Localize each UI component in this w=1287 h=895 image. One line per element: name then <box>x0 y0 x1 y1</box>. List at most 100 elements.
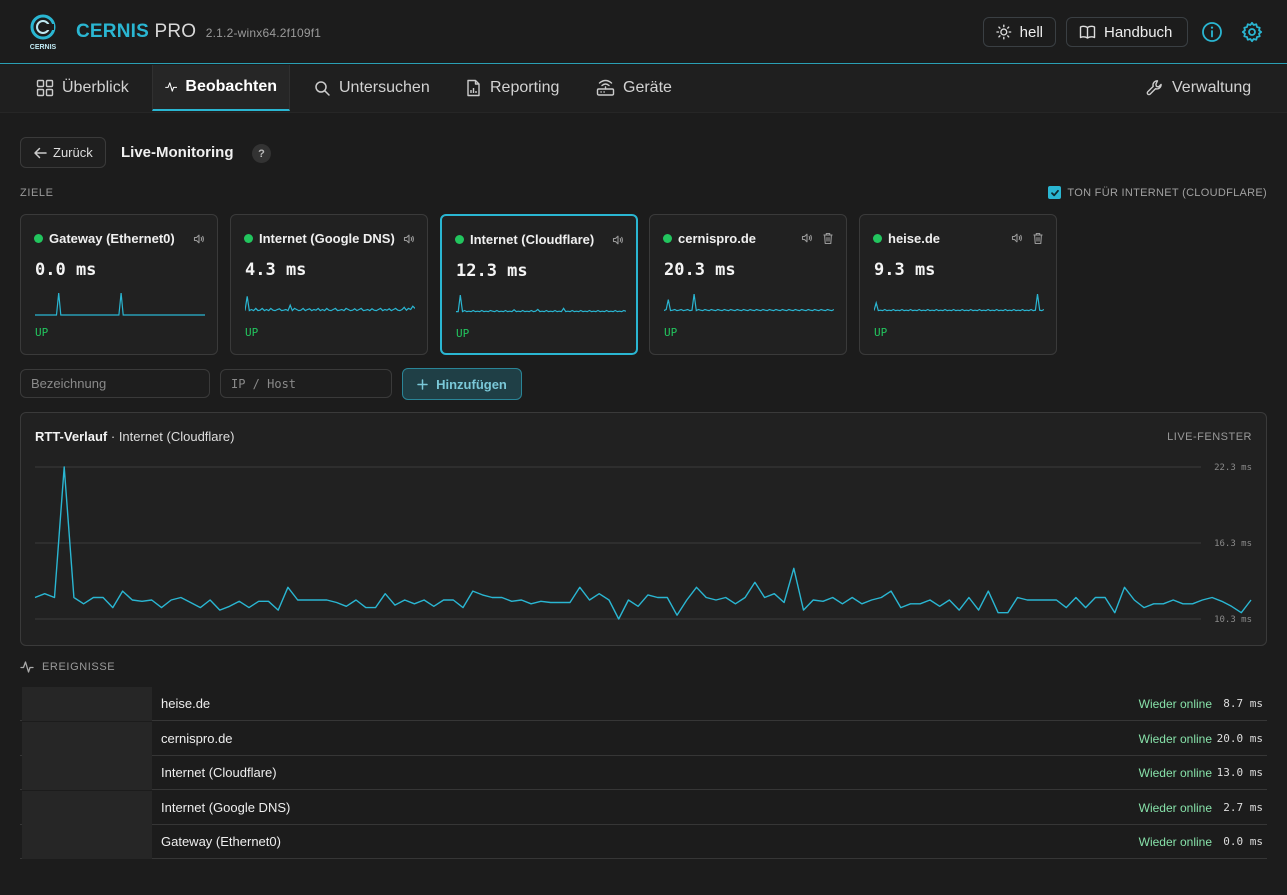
event-rtt: 8.7 ms <box>1223 697 1263 710</box>
target-sparkline <box>245 296 415 312</box>
target-card-header: cernispro.de <box>663 231 834 246</box>
speaker-icon[interactable] <box>403 233 415 245</box>
logo-text: CERNIS <box>30 44 57 51</box>
event-row: Gateway (Ethernet0) Wieder online 0.0 ms <box>20 825 1267 859</box>
add-target-button[interactable]: Hinzufügen <box>402 368 522 400</box>
status-dot <box>244 234 253 243</box>
gear-icon[interactable] <box>1240 20 1264 44</box>
target-card[interactable]: heise.de 9.3 ms UP <box>859 214 1057 355</box>
nav-item-label: Untersuchen <box>339 79 430 96</box>
speaker-icon[interactable] <box>612 234 624 246</box>
events-label: EREIGNISSE <box>42 661 116 673</box>
app-brand: CERNIS PRO 2.1.2-winx64.2f109f1 <box>76 21 321 43</box>
help-button[interactable]: ? <box>252 144 271 163</box>
main-nav: Überblick Beobachten Untersuchen Reporti… <box>0 65 1287 113</box>
event-status: Wieder online <box>1138 731 1212 746</box>
target-status: UP <box>664 326 678 339</box>
app-version: 2.1.2-winx64.2f109f1 <box>205 26 322 40</box>
target-name: heise.de <box>888 231 941 246</box>
manual-button[interactable]: Handbuch <box>1066 17 1188 47</box>
target-rtt-value: 12.3 ms <box>456 261 528 281</box>
speaker-icon[interactable] <box>801 232 813 244</box>
nav-item-investigate[interactable]: Untersuchen <box>302 65 442 111</box>
event-rtt: 0.0 ms <box>1223 835 1263 848</box>
sparkline-path <box>874 294 1044 312</box>
target-actions <box>1011 232 1044 245</box>
y-tick-label: 22.3 ms <box>1214 463 1252 473</box>
activity-icon <box>165 82 178 92</box>
target-name: cernispro.de <box>678 231 757 246</box>
target-card-header: Internet (Cloudflare) <box>455 232 624 247</box>
target-rtt-value: 4.3 ms <box>245 260 307 280</box>
sparkline-path <box>35 292 205 316</box>
nav-item-label: Überblick <box>62 79 129 96</box>
info-icon[interactable] <box>1200 20 1224 44</box>
event-status: Wieder online <box>1138 835 1212 849</box>
event-thumbnail <box>22 721 152 756</box>
target-name: Internet (Cloudflare) <box>470 232 595 247</box>
search-icon <box>315 80 330 96</box>
add-target-label: Hinzufügen <box>436 376 507 392</box>
target-host-input[interactable] <box>220 369 392 398</box>
nav-item-observe[interactable]: Beobachten <box>152 65 290 111</box>
router-icon <box>596 79 615 96</box>
event-target-name: Gateway (Ethernet0) <box>161 834 281 849</box>
event-thumbnail <box>22 790 152 825</box>
arrow-left-icon <box>34 147 47 158</box>
target-card-header: Internet (Google DNS) <box>244 231 415 246</box>
event-status: Wieder online <box>1138 800 1212 815</box>
target-status: UP <box>874 326 888 339</box>
event-thumbnail <box>22 756 152 790</box>
target-status: UP <box>35 326 49 339</box>
sun-icon <box>996 24 1012 40</box>
event-rtt: 20.0 ms <box>1216 731 1263 745</box>
target-actions <box>801 232 834 245</box>
event-target-name: cernispro.de <box>161 730 233 746</box>
cernis-logo: CERNIS <box>30 14 57 51</box>
speaker-icon[interactable] <box>1011 232 1023 244</box>
event-target-name: Internet (Cloudflare) <box>161 765 277 780</box>
nav-item-reporting[interactable]: Reporting <box>453 65 571 111</box>
theme-toggle-label: hell <box>1019 23 1043 41</box>
brand-secondary: PRO <box>154 21 197 42</box>
target-card[interactable]: cernispro.de 20.3 ms UP <box>649 214 847 355</box>
sparkline-path <box>664 294 834 312</box>
trash-icon[interactable] <box>1032 232 1044 245</box>
event-row: cernispro.de Wieder online 20.0 ms <box>20 721 1267 756</box>
target-actions <box>193 233 205 245</box>
grid-icon <box>36 79 54 97</box>
speaker-icon[interactable] <box>193 233 205 245</box>
target-name-input[interactable] <box>20 369 210 398</box>
manual-label: Handbuch <box>1104 23 1173 41</box>
target-card-header: Gateway (Ethernet0) <box>34 231 205 246</box>
target-name: Internet (Google DNS) <box>259 231 395 246</box>
target-card-header: heise.de <box>873 231 1044 246</box>
back-button[interactable]: Zurück <box>20 137 106 168</box>
event-rtt: 13.0 ms <box>1216 766 1263 779</box>
target-card[interactable]: Internet (Google DNS) 4.3 ms UP <box>230 214 428 355</box>
targets-section-label: ZIELE <box>20 187 54 199</box>
nav-item-label: Reporting <box>490 79 560 96</box>
nav-item-devices[interactable]: Geräte <box>584 65 684 111</box>
status-dot <box>873 234 882 243</box>
target-card[interactable]: Internet (Cloudflare) 12.3 ms UP <box>440 214 638 355</box>
nav-item-overview[interactable]: Überblick <box>24 65 141 111</box>
sound-option[interactable]: TON FÜR INTERNET (CLOUDFLARE) <box>1048 186 1267 199</box>
target-sparkline <box>664 294 834 312</box>
sound-option-label: TON FÜR INTERNET (CLOUDFLARE) <box>1067 186 1267 199</box>
target-rtt-value: 0.0 ms <box>35 260 97 280</box>
nav-item-admin[interactable]: Verwaltung <box>1134 65 1263 111</box>
trash-icon[interactable] <box>822 232 834 245</box>
theme-toggle-button[interactable]: hell <box>983 17 1056 47</box>
target-status: UP <box>245 326 259 339</box>
event-status: Wieder online <box>1138 766 1212 780</box>
target-sparkline <box>35 292 205 316</box>
y-tick-label: 10.3 ms <box>1214 615 1252 625</box>
target-name: Gateway (Ethernet0) <box>49 231 175 246</box>
activity-icon <box>20 661 34 673</box>
target-card[interactable]: Gateway (Ethernet0) 0.0 ms UP <box>20 214 218 355</box>
rtt-chart-panel: RTT-Verlauf · Internet (Cloudflare) LIVE… <box>20 412 1267 646</box>
book-icon <box>1079 25 1096 39</box>
event-row: Internet (Google DNS) Wieder online 2.7 ms <box>20 790 1267 825</box>
sound-checkbox[interactable] <box>1048 186 1062 199</box>
